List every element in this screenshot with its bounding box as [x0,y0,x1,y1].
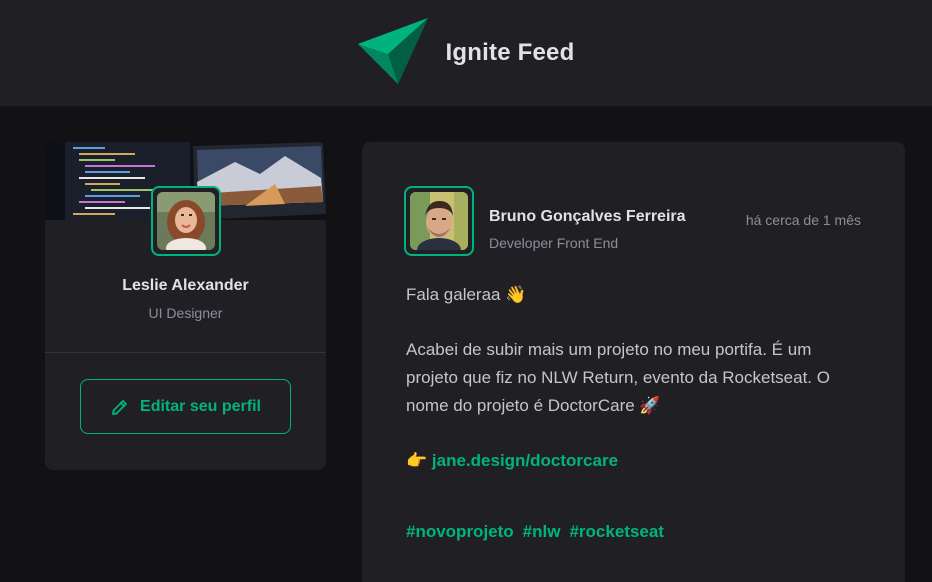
profile-avatar[interactable] [151,186,221,256]
tag-nlw[interactable]: #nlw [523,522,561,542]
post-body: Acabei de subir mais um projeto no meu p… [406,340,830,415]
author-avatar[interactable] [404,186,474,256]
profile-name: Leslie Alexander [122,277,249,294]
post-timestamp: há cerca de 1 mês [745,212,861,228]
tag-rocketseat[interactable]: #rocketseat [569,522,664,542]
profile-role: UI Designer [148,305,223,321]
profile-sidebar: Leslie Alexander UI Designer Editar seu … [45,142,326,470]
pointing-hand-emoji: 👉 [406,451,428,470]
post-content: Fala galeraa 👋 Acabei de subir mais um p… [406,281,861,502]
app-header: Ignite Feed [0,0,932,106]
edit-profile-label: Editar seu perfil [140,397,261,415]
author-role: Developer Front End [489,235,619,251]
post-card: Bruno Gonçalves Ferreira Developer Front… [362,142,905,582]
post-link[interactable]: jane.design/doctorcare [432,451,618,470]
ignite-logo-icon [357,18,428,84]
post-link-line: 👉 jane.design/doctorcare [406,447,861,475]
app-title: Ignite Feed [445,39,575,66]
post-greeting: Fala galeraa 👋 [406,285,527,304]
tag-novoprojeto[interactable]: #novoprojeto [406,522,514,542]
edit-profile-button[interactable]: Editar seu perfil [80,379,291,434]
post-tags: #novoprojeto #nlw #rocketseat [406,522,664,542]
sidebar-divider [45,352,326,353]
author-name: Bruno Gonçalves Ferreira [489,208,686,225]
pencil-icon [110,397,130,417]
